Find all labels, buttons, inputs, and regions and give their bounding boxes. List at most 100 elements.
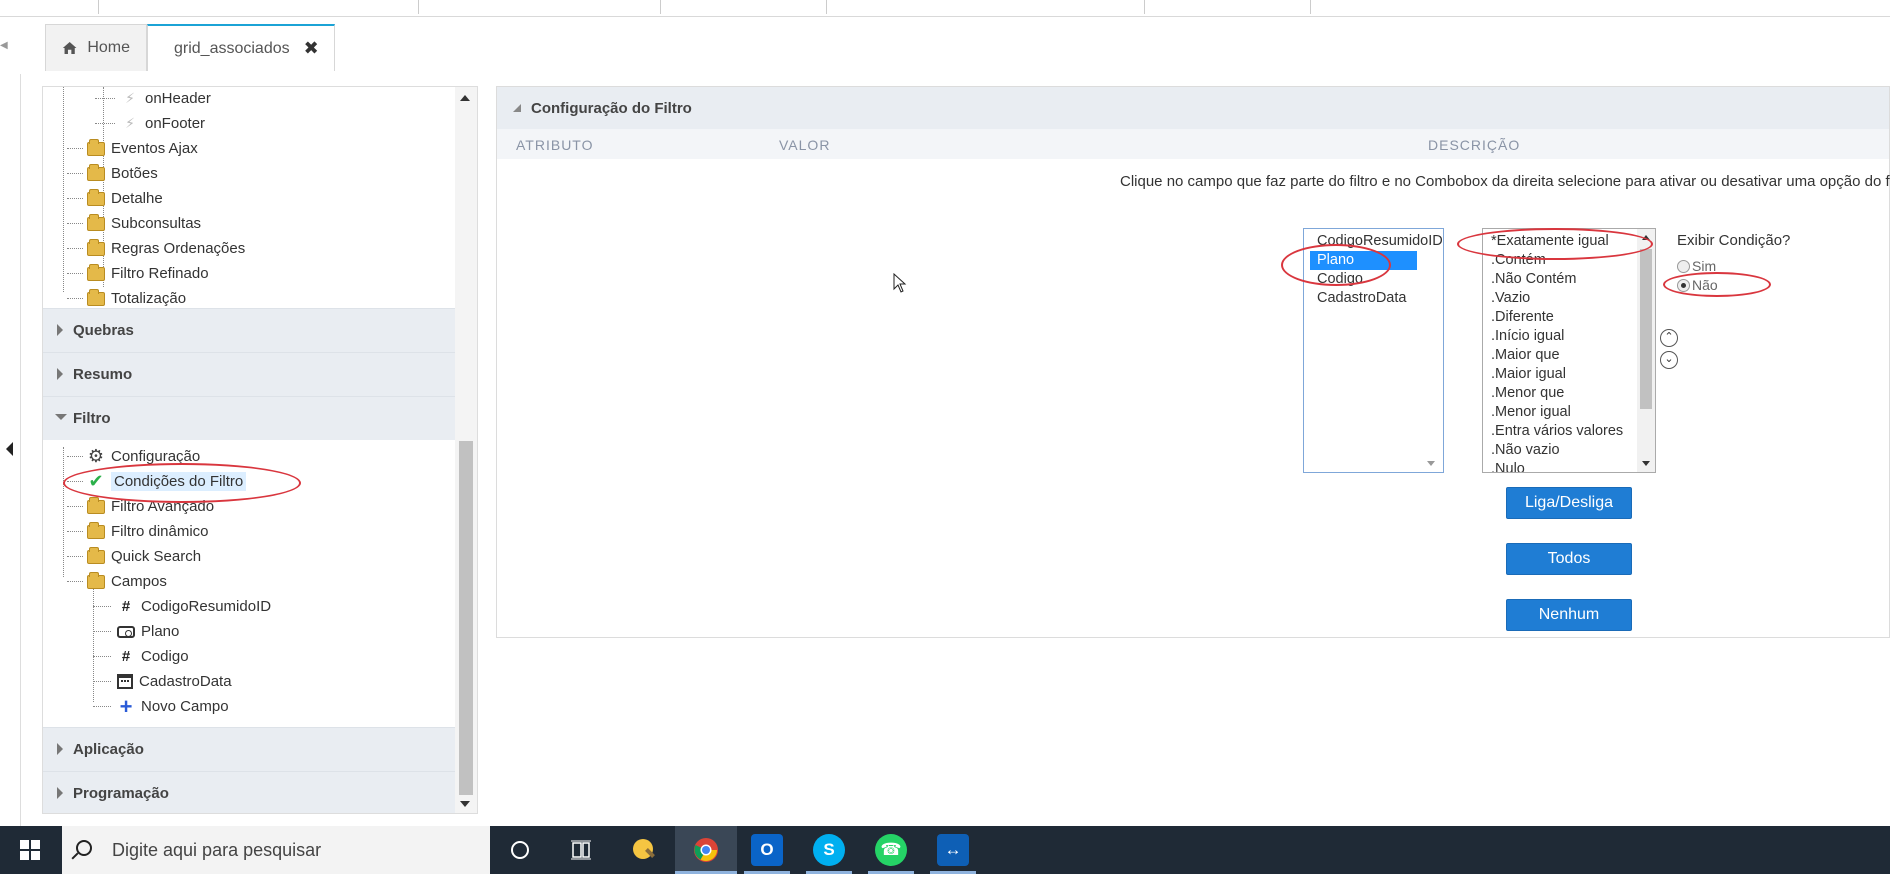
tree-folder-detalhe[interactable]: Detalhe	[67, 186, 163, 211]
section-programacao[interactable]: Programação	[43, 771, 457, 813]
condition-option[interactable]: .Início igual	[1483, 327, 1655, 346]
section-quebras[interactable]: Quebras	[43, 308, 457, 352]
column-atributo: ATRIBUTO	[516, 137, 594, 153]
tree-scrollbar[interactable]	[455, 87, 477, 813]
condition-option[interactable]: .Não vazio	[1483, 441, 1655, 460]
config-title: Configuração do Filtro	[531, 99, 692, 117]
move-up-icon[interactable]: ⌃	[1660, 329, 1678, 347]
caret-right-icon	[57, 324, 63, 336]
field-option[interactable]: Codigo	[1304, 270, 1443, 289]
section-label: Resumo	[73, 366, 133, 383]
search-icon	[76, 840, 92, 856]
scroll-down-icon[interactable]	[1427, 461, 1435, 466]
conditions-listbox[interactable]: *Exatamente igual .Contém .Não Contém .V…	[1482, 228, 1656, 473]
radio-button[interactable]	[1677, 259, 1690, 273]
section-aplicacao[interactable]: Aplicação	[43, 727, 457, 771]
tab-scroll-left-icon[interactable]: ◀	[0, 40, 8, 51]
scrollbar-thumb[interactable]	[1640, 249, 1652, 409]
hash-icon: #	[121, 648, 131, 665]
field-option[interactable]: CodigoResumidoID	[1304, 232, 1443, 251]
tree-item-condicoes-do-filtro[interactable]: ✔ Condições do Filtro	[67, 469, 247, 494]
fields-listbox[interactable]: CodigoResumidoID Plano Codigo CadastroDa…	[1303, 228, 1444, 473]
scrollbar-thumb[interactable]	[459, 441, 473, 795]
cortana-icon[interactable]	[504, 834, 536, 866]
tree-field-novo-campo[interactable]: + Novo Campo	[93, 694, 229, 719]
scroll-up-icon[interactable]	[460, 95, 470, 101]
todos-button[interactable]: Todos	[1506, 543, 1632, 575]
tree-item-configuracao[interactable]: ⚙ Configuração	[67, 444, 201, 469]
condition-option[interactable]: .Maior que	[1483, 346, 1655, 365]
tree-folder-subconsultas[interactable]: Subconsultas	[67, 211, 201, 236]
section-filtro[interactable]: Filtro	[43, 396, 457, 440]
windows-start-icon[interactable]	[20, 840, 40, 860]
taskbar-search[interactable]: Digite aqui para pesquisar	[62, 826, 490, 874]
home-icon	[62, 42, 77, 54]
tree-item-label: Configuração	[111, 448, 201, 465]
tree-item-label: Plano	[141, 623, 180, 640]
scroll-down-icon[interactable]	[1642, 461, 1650, 466]
tab-bar: ◀ Home grid_associados ✖	[0, 17, 1890, 74]
tree-field-cadastrodata[interactable]: CadastroData	[93, 669, 232, 694]
tree-folder-filtro-avancado[interactable]: Filtro Avançado	[67, 494, 214, 519]
condition-option[interactable]: .Entra vários valores	[1483, 422, 1655, 441]
collapse-sidebar-icon[interactable]	[6, 442, 13, 456]
config-header[interactable]: Configuração do Filtro	[497, 87, 1889, 129]
tree-folder-regras-ordenacoes[interactable]: Regras Ordenações	[67, 236, 245, 261]
folder-icon	[87, 213, 105, 231]
radio-button-checked[interactable]	[1677, 278, 1690, 292]
condition-option[interactable]: .Nulo	[1483, 460, 1655, 472]
close-icon[interactable]: ✖	[304, 38, 319, 59]
tree-folder-filtro-dinamico[interactable]: Filtro dinâmico	[67, 519, 209, 544]
chrome-icon[interactable]	[690, 834, 722, 866]
condition-option[interactable]: .Menor igual	[1483, 403, 1655, 422]
tree-item-onfooter[interactable]: ⚡ onFooter	[95, 111, 205, 136]
tree-folder-quick-search[interactable]: Quick Search	[67, 544, 201, 569]
liga-desliga-button[interactable]: Liga/Desliga	[1506, 487, 1632, 519]
condition-option[interactable]: .Diferente	[1483, 308, 1655, 327]
tree-field-plano[interactable]: Plano	[93, 619, 180, 644]
whatsapp-icon[interactable]: ☎	[875, 834, 907, 866]
task-view-icon[interactable]	[565, 834, 597, 866]
skype-icon[interactable]: S	[813, 834, 845, 866]
tree-folder-botoes[interactable]: Botões	[67, 161, 158, 186]
field-option-selected[interactable]: Plano	[1310, 251, 1417, 270]
tree-field-codigoresumidoid[interactable]: # CodigoResumidoID	[93, 594, 272, 619]
nenhum-button[interactable]: Nenhum	[1506, 599, 1632, 631]
conditions-scrollbar[interactable]	[1637, 229, 1655, 472]
move-down-icon[interactable]: ⌄	[1660, 351, 1678, 369]
tab-home[interactable]: Home	[45, 24, 147, 71]
tree-item-label: CodigoResumidoID	[141, 598, 272, 615]
tree-item-label: Novo Campo	[141, 698, 229, 715]
tree-item-label: Condições do Filtro	[111, 472, 247, 491]
scroll-down-icon[interactable]	[460, 801, 470, 807]
radio-sim[interactable]: Sim	[1677, 258, 1716, 274]
condition-option[interactable]: .Não Contém	[1483, 270, 1655, 289]
side-divider	[20, 74, 21, 826]
tab-grid-label: grid_associados	[174, 39, 290, 57]
condition-option[interactable]: .Maior igual	[1483, 365, 1655, 384]
outlook-icon[interactable]: O	[751, 834, 783, 866]
toolbar-separator	[660, 0, 661, 14]
tab-grid-associados[interactable]: grid_associados ✖	[147, 24, 335, 71]
tree-folder-filtro-refinado[interactable]: Filtro Refinado	[67, 261, 209, 286]
teamviewer-icon[interactable]: ↔	[937, 834, 969, 866]
condition-option[interactable]: .Menor que	[1483, 384, 1655, 403]
tree-field-codigo[interactable]: # Codigo	[93, 644, 189, 669]
field-option[interactable]: CadastroData	[1304, 289, 1443, 308]
condition-option[interactable]: *Exatamente igual	[1483, 232, 1655, 251]
condition-option[interactable]: .Vazio	[1483, 289, 1655, 308]
tree-item-onheader[interactable]: ⚡ onHeader	[95, 87, 211, 111]
condition-option[interactable]: .Contém	[1483, 251, 1655, 270]
column-valor: VALOR	[779, 137, 831, 153]
radio-sim-label: Sim	[1692, 258, 1717, 274]
radio-nao[interactable]: Não	[1677, 277, 1718, 293]
tree-item-label: onHeader	[145, 90, 211, 107]
tree-item-label: Botões	[111, 165, 158, 182]
section-resumo[interactable]: Resumo	[43, 352, 457, 396]
top-toolbar	[0, 0, 1890, 17]
scroll-up-icon[interactable]	[1642, 235, 1650, 240]
tree-folder-eventos-ajax[interactable]: Eventos Ajax	[67, 136, 198, 161]
calendar-icon	[117, 674, 133, 689]
tree-folder-campos[interactable]: Campos	[67, 569, 167, 594]
paint-icon[interactable]	[628, 834, 660, 866]
